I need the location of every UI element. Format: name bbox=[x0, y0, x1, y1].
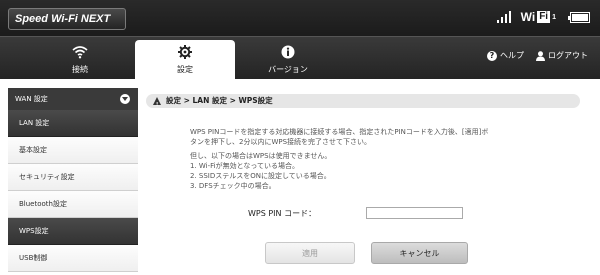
wifi-status-icon: Wi Fi 1 bbox=[521, 10, 556, 24]
wifi-count: 1 bbox=[552, 13, 556, 21]
wps-pin-label: WPS PIN コード： bbox=[248, 208, 317, 218]
gear-icon bbox=[135, 45, 235, 59]
description-line: 1. Wi-Fiが無効となっている場合。 bbox=[190, 162, 300, 170]
sidebar-item-usb[interactable]: USB制御 bbox=[8, 245, 138, 272]
wifi-icon bbox=[30, 45, 130, 59]
wifi-label: Wi bbox=[520, 10, 536, 24]
sidebar-item-bluetooth[interactable]: Bluetooth設定 bbox=[8, 191, 138, 218]
help-label: ヘルプ bbox=[500, 51, 524, 60]
sidebar: WAN 設定 LAN 設定 基本設定 セキュリティ設定 Bluetooth設定 … bbox=[8, 88, 138, 275]
wps-pin-row: WPS PIN コード： bbox=[248, 207, 463, 219]
brand-logo: Speed Wi-Fi NEXT bbox=[8, 8, 126, 30]
sidebar-item-lan[interactable]: LAN 設定 bbox=[8, 110, 138, 137]
apply-button[interactable]: 適用 bbox=[265, 242, 355, 264]
tab-version[interactable]: バージョン bbox=[238, 37, 338, 79]
breadcrumb: 設定 > LAN 設定 > WPS設定 bbox=[146, 94, 580, 112]
battery-icon bbox=[568, 11, 590, 23]
device-status: Wi Fi 1 bbox=[496, 10, 590, 24]
sidebar-section-label: WAN 設定 bbox=[15, 95, 48, 103]
logout-label: ログアウト bbox=[548, 51, 588, 60]
info-icon bbox=[238, 45, 338, 59]
sidebar-item-basic[interactable]: 基本設定 bbox=[8, 137, 138, 164]
wifi-box-label: Fi bbox=[537, 11, 551, 23]
description-line: 2. SSIDステルスをONに設定している場合。 bbox=[190, 172, 331, 180]
wps-pin-input[interactable] bbox=[366, 207, 463, 219]
sidebar-section-wan[interactable]: WAN 設定 bbox=[8, 88, 138, 110]
help-link[interactable]: ? ヘルプ bbox=[487, 50, 524, 61]
top-status-bar: Speed Wi-Fi NEXT Wi Fi 1 bbox=[0, 0, 600, 37]
sidebar-item-wps[interactable]: WPS設定 bbox=[8, 218, 138, 245]
tab-connection[interactable]: 接続 bbox=[30, 37, 130, 79]
warning-icon bbox=[153, 97, 161, 112]
description-line: 但し、以下の場合はWPSは使用できません。 bbox=[190, 152, 332, 160]
sidebar-item-security[interactable]: セキュリティ設定 bbox=[8, 164, 138, 191]
logout-link[interactable]: ログアウト bbox=[536, 50, 588, 61]
breadcrumb-text: 設定 > LAN 設定 > WPS設定 bbox=[166, 96, 273, 105]
signal-strength-icon bbox=[496, 11, 511, 23]
main-nav: 接続 設定 バージョン ? ヘルプ ログアウト bbox=[0, 37, 600, 79]
description-line: 3. DFSチェック中の場合。 bbox=[190, 182, 276, 190]
tab-settings-label: 設定 bbox=[177, 65, 193, 74]
user-icon bbox=[536, 50, 545, 61]
description-line: WPS PINコードを指定する対応機器に接続する場合、指定されたPINコードを入… bbox=[190, 128, 489, 136]
tab-version-label: バージョン bbox=[268, 65, 308, 74]
wps-description: WPS PINコードを指定する対応機器に接続する場合、指定されたPINコードを入… bbox=[190, 127, 540, 191]
help-icon: ? bbox=[487, 50, 497, 61]
chevron-down-icon[interactable] bbox=[120, 94, 130, 104]
tab-settings[interactable]: 設定 bbox=[135, 40, 235, 79]
description-line: タンを押下し、2分以内にWPS接続を完了させて下さい。 bbox=[190, 138, 372, 146]
nav-actions: ? ヘルプ ログアウト bbox=[487, 50, 588, 61]
cancel-button[interactable]: キャンセル bbox=[371, 242, 468, 264]
tab-connection-label: 接続 bbox=[72, 65, 88, 74]
